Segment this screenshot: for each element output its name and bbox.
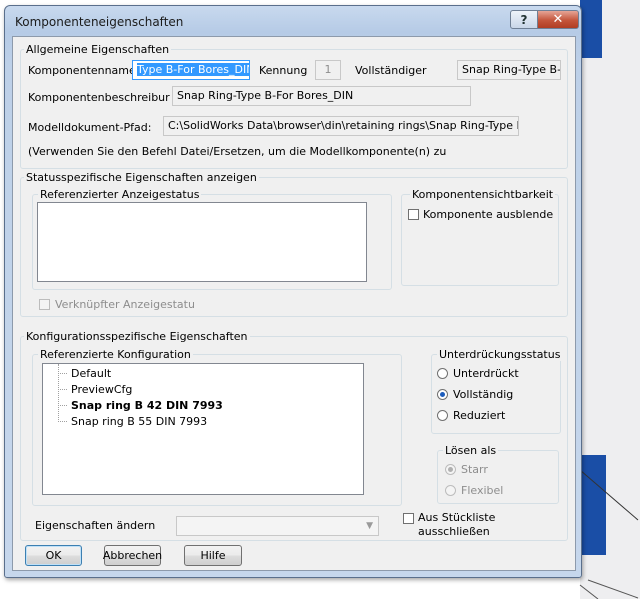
- solve-as-legend: Lösen als: [443, 444, 499, 457]
- exclude-bom-checkbox[interactable]: [403, 513, 414, 524]
- window-title: Komponenteneigenschaften: [15, 15, 184, 29]
- id-label: Kennung: [259, 64, 308, 77]
- display-state-list[interactable]: [37, 202, 367, 282]
- flexible-radio[interactable]: [445, 485, 456, 496]
- config-item-b42-active[interactable]: Snap ring B 42 DIN 7993: [71, 399, 223, 412]
- tree-line: [58, 389, 67, 390]
- config-item-default[interactable]: Default: [71, 367, 111, 380]
- help-button[interactable]: Hilfe: [184, 545, 242, 566]
- change-properties-label: Eigenschaften ändern: [35, 519, 156, 532]
- config-item-b55[interactable]: Snap ring B 55 DIN 7993: [71, 415, 207, 428]
- full-name-field: Snap Ring-Type B-: [457, 60, 561, 80]
- id-field: 1: [315, 60, 341, 80]
- cancel-button[interactable]: Abbrechen: [103, 545, 162, 566]
- tree-line: [58, 421, 67, 422]
- lightweight-label: Reduziert: [453, 409, 506, 422]
- description-label: Komponentenbeschreibur: [28, 91, 170, 104]
- suppressed-radio[interactable]: [437, 368, 448, 379]
- hide-component-label: Komponente ausblende: [423, 208, 554, 221]
- background-lines: [579, 469, 639, 599]
- config-item-previewcfg[interactable]: PreviewCfg: [71, 383, 132, 396]
- referenced-display-legend: Referenzierter Anzeigestatus: [38, 188, 202, 201]
- close-icon[interactable]: ✕: [537, 10, 579, 29]
- exclude-bom-label-line2: ausschließen: [418, 525, 490, 538]
- component-name-label: Komponentenname: [28, 64, 136, 77]
- resolved-radio[interactable]: [437, 389, 448, 400]
- suppressed-label: Unterdrückt: [453, 367, 519, 380]
- tree-line: [58, 405, 67, 406]
- description-field: Snap Ring-Type B-For Bores_DIN: [172, 86, 471, 106]
- chevron-down-icon: ▼: [366, 521, 373, 531]
- flexible-label: Flexibel: [461, 484, 504, 497]
- linked-display-label: Verknüpfter Anzeigestatu: [55, 298, 195, 311]
- suppression-legend: Unterdrückungsstatus: [437, 348, 563, 361]
- referenced-config-legend: Referenzierte Konfiguration: [38, 348, 193, 361]
- dialog-window: Komponenteneigenschaften ? ✕ Allgemeine …: [4, 5, 582, 578]
- hide-component-checkbox[interactable]: [408, 209, 419, 220]
- visibility-legend: Komponentensichtbarkeit: [410, 188, 556, 201]
- lightweight-radio[interactable]: [437, 410, 448, 421]
- exclude-bom-label-line1: Aus Stückliste: [418, 511, 496, 524]
- resolved-label: Vollständig: [453, 388, 514, 401]
- tree-line: [58, 373, 67, 374]
- help-icon[interactable]: ?: [510, 10, 538, 29]
- config-legend: Konfigurationsspezifische Eigenschaften: [24, 330, 250, 343]
- configuration-tree[interactable]: Default PreviewCfg Snap ring B 42 DIN 79…: [42, 363, 364, 495]
- model-path-field: C:\SolidWorks Data\browser\din\retaining…: [163, 116, 519, 136]
- rigid-radio[interactable]: [445, 464, 456, 475]
- path-label: Modelldokument-Pfad:: [28, 121, 152, 134]
- general-legend: Allgemeine Eigenschaften: [24, 43, 172, 56]
- ok-button[interactable]: OK: [25, 545, 82, 566]
- title-bar[interactable]: Komponenteneigenschaften ? ✕: [5, 6, 581, 36]
- change-properties-dropdown[interactable]: ▼: [176, 516, 379, 536]
- linked-display-checkbox[interactable]: [39, 299, 50, 310]
- component-name-input[interactable]: Type B-For Bores_DIN: [132, 60, 250, 80]
- dialog-client-area: Allgemeine Eigenschaften Komponentenname…: [12, 36, 576, 571]
- full-name-label: Vollständiger: [355, 64, 427, 77]
- replace-hint: (Verwenden Sie den Befehl Datei/Ersetzen…: [28, 145, 447, 158]
- display-state-legend: Statusspezifische Eigenschaften anzeigen: [24, 171, 259, 184]
- rigid-label: Starr: [461, 463, 488, 476]
